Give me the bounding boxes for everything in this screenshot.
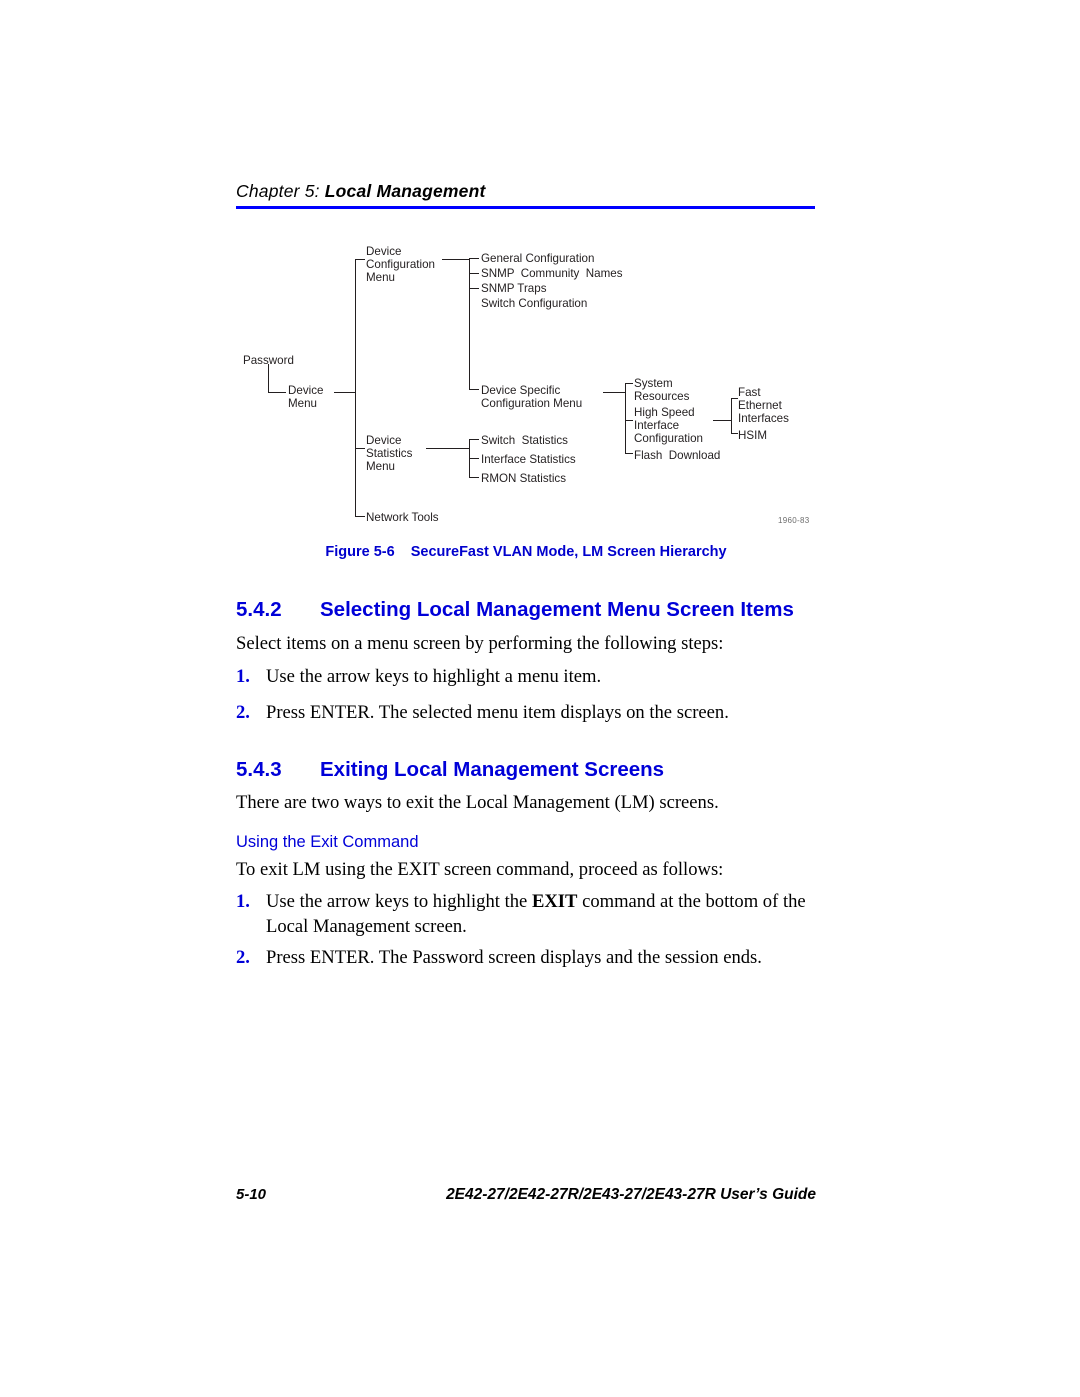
- connector-device-specific-to-subtrunk: [603, 392, 626, 394]
- list-marker: 2.: [236, 702, 250, 723]
- node-general-configuration: General Configuration: [481, 252, 595, 265]
- subtrunk-stub-rmon-statistics: [469, 477, 479, 479]
- heading-5-4-3-title: Exiting Local Management Screens: [320, 758, 665, 781]
- trunk-stub-device-configuration-menu: [355, 259, 365, 261]
- figure-caption-title: SecureFast VLAN Mode, LM Screen Hierarch…: [410, 544, 727, 560]
- node-switch-configuration: Switch Configuration: [481, 297, 588, 310]
- subtrunk-stub-snmp-community-names: [469, 273, 479, 275]
- paragraph-5-4-2-intro: Select items on a menu screen by perform…: [236, 633, 724, 654]
- list-marker: 2.: [236, 947, 250, 968]
- list-item-5-4-2-2: 2. Press ENTER. The selected menu item d…: [236, 701, 821, 726]
- subtrunk-stub-snmp-traps: [469, 288, 479, 290]
- list-item-text-emphasis: EXIT: [531, 891, 578, 912]
- list-marker: 1.: [236, 891, 250, 912]
- subtrunk-device-config-vertical: [469, 258, 471, 390]
- chapter-header: Chapter 5: Local Management: [236, 181, 816, 202]
- paragraph-5-4-3-intro: There are two ways to exit the Local Man…: [236, 792, 719, 813]
- trunk-stub-device-statistics-menu: [355, 448, 365, 450]
- list-item-5-4-3-1: 1. Use the arrow keys to highlight the E…: [236, 890, 821, 939]
- list-item-text: Press ENTER. The selected menu item disp…: [266, 702, 729, 723]
- node-high-speed-interface-configuration: High Speed Interface Configuration: [634, 406, 703, 446]
- figure-caption-number: Figure 5-6: [325, 544, 395, 560]
- paragraph-5-4-3-sub-intro: To exit LM using the EXIT screen command…: [236, 859, 724, 880]
- figure-diagram: Password Device Menu Device Configuratio…: [236, 232, 816, 540]
- node-device-statistics-menu: Device Statistics Menu: [366, 434, 413, 474]
- heading-5-4-2: 5.4.2 Selecting Local Management Menu Scr…: [236, 598, 836, 622]
- list-item-text-before: Use the arrow keys to highlight the: [266, 891, 532, 912]
- node-device-menu: Device Menu: [288, 384, 324, 411]
- list-marker: 1.: [236, 666, 250, 687]
- subtrunk-stub-flash-download: [625, 453, 633, 455]
- node-system-resources: System Resources: [634, 377, 690, 404]
- connector-device-menu-stub: [334, 392, 356, 394]
- node-hsim: HSIM: [738, 429, 767, 442]
- footer-document-title: 2E42-27/2E42-27R/2E43-27/2E43-27R User’s…: [446, 1186, 816, 1203]
- node-snmp-community-names: SNMP Community Names: [481, 267, 623, 280]
- node-network-tools: Network Tools: [366, 511, 439, 524]
- connector-device-statistics-to-subtrunk: [426, 448, 470, 450]
- chapter-title: Local Management: [324, 181, 486, 201]
- figure-caption: Figure 5-6 SecureFast VLAN Mode, LM Scree…: [236, 544, 816, 560]
- node-snmp-traps: SNMP Traps: [481, 282, 547, 295]
- node-device-specific-configuration-menu: Device Specific Configuration Menu: [481, 384, 583, 411]
- connector-password-horizontal: [268, 392, 286, 394]
- list-item-5-4-3-2: 2. Press ENTER. The Password screen disp…: [236, 946, 821, 971]
- heading-5-4-3: 5.4.3 Exiting Local Management Screens: [236, 758, 836, 782]
- subtrunk-stub-high-speed-interface: [625, 420, 633, 422]
- node-device-configuration-menu: Device Configuration Menu: [366, 245, 435, 285]
- header-rule: [236, 206, 815, 209]
- connector-high-speed-to-subtrunk: [713, 420, 732, 422]
- connector-password-vertical: [268, 364, 270, 393]
- subtrunk-stub-hsim: [731, 433, 738, 435]
- subtrunk-stub-device-specific-config: [469, 389, 479, 391]
- subtrunk-stub-switch-statistics: [469, 439, 479, 441]
- list-item-5-4-2-1: 1. Use the arrow keys to highlight a men…: [236, 665, 821, 690]
- trunk-stub-network-tools: [355, 516, 365, 518]
- node-interface-statistics: Interface Statistics: [481, 453, 576, 466]
- heading-5-4-3-number: 5.4.3: [236, 758, 282, 781]
- node-switch-statistics: Switch Statistics: [481, 434, 568, 447]
- subtrunk-stub-interface-statistics: [469, 458, 479, 460]
- list-item-text: Use the arrow keys to highlight the EXIT…: [266, 890, 821, 939]
- list-item-text: Use the arrow keys to highlight a menu i…: [266, 666, 602, 687]
- document-page: Chapter 5: Local Management Password Dev…: [0, 0, 1080, 1397]
- subtrunk-stub-system-resources: [625, 383, 633, 385]
- list-item-text: Press ENTER. The Password screen display…: [266, 947, 762, 968]
- heading-5-4-2-title: Selecting Local Management Menu Screen I…: [320, 598, 794, 621]
- subtrunk-stub-general-configuration: [469, 258, 479, 260]
- figure-id-code: 1960-83: [778, 516, 810, 525]
- node-flash-download: Flash Download: [634, 449, 721, 462]
- heading-5-4-2-number: 5.4.2: [236, 598, 282, 621]
- node-rmon-statistics: RMON Statistics: [481, 472, 567, 485]
- subtrunk-device-specific-vertical: [625, 383, 627, 454]
- node-fast-ethernet-interfaces: Fast Ethernet Interfaces: [738, 386, 789, 426]
- subheading-using-the-exit-command: Using the Exit Command: [236, 833, 419, 851]
- subtrunk-high-speed-vertical: [731, 398, 733, 434]
- chapter-label: Chapter 5:: [236, 181, 320, 201]
- trunk-device-menu-vertical: [355, 259, 357, 517]
- subtrunk-stub-fast-ethernet: [731, 398, 738, 400]
- connector-device-config-to-subtrunk: [442, 259, 470, 261]
